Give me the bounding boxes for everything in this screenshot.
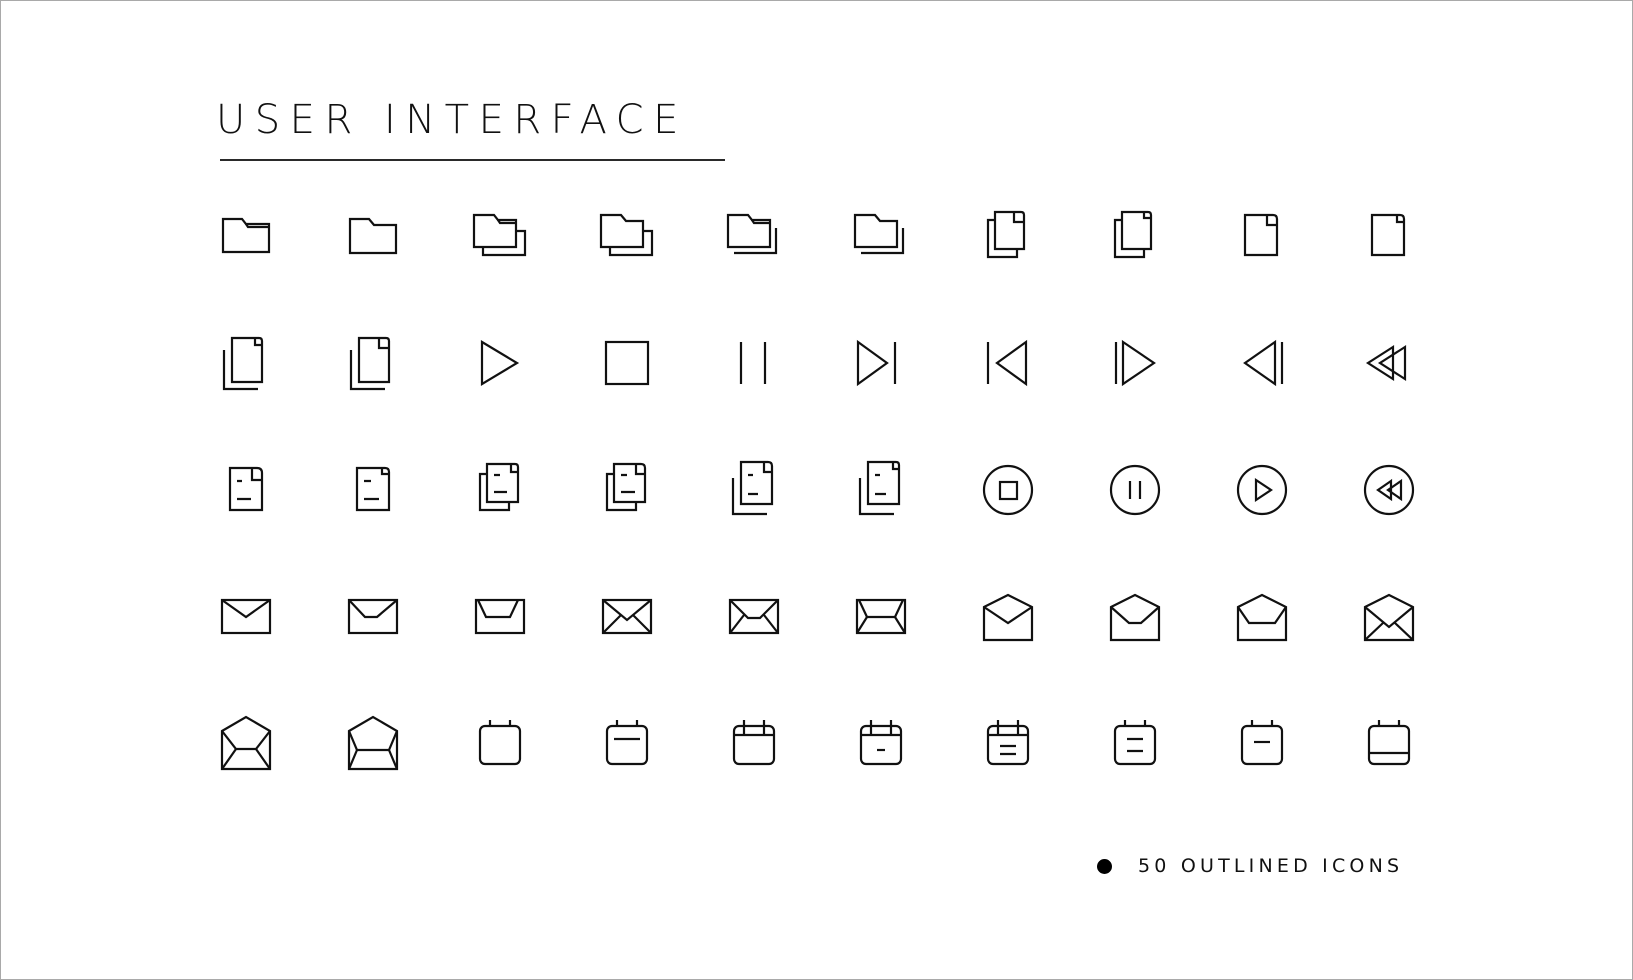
envelope-open-cross-icon	[1357, 585, 1421, 649]
calendar-dash-icon	[1230, 712, 1294, 776]
play-icon	[468, 331, 532, 395]
envelope-open-wide-icon	[1230, 585, 1294, 649]
folders-offset-icon	[849, 204, 913, 268]
document-icon	[1230, 204, 1294, 268]
text-documents-stacked-alt-icon	[595, 458, 659, 522]
pause-icon	[722, 331, 786, 395]
envelope-cross-flat-icon	[722, 585, 786, 649]
folders-offset-tab-icon	[722, 204, 786, 268]
play-circle-icon	[1230, 458, 1294, 522]
documents-stacked-icon	[976, 204, 1040, 268]
envelope-open-icon	[976, 585, 1040, 649]
text-documents-offset-icon	[722, 458, 786, 522]
icon-count-label: 50 OUTLINED ICONS	[1138, 855, 1404, 877]
folder-icon	[341, 204, 405, 268]
envelope-open-letter-wide-icon	[341, 712, 405, 776]
calendar-header-icon	[722, 712, 786, 776]
stop-icon	[595, 331, 659, 395]
documents-offset-icon	[214, 331, 278, 395]
skip-back-icon	[976, 331, 1040, 395]
step-back-icon	[1230, 331, 1294, 395]
step-forward-icon	[1103, 331, 1167, 395]
documents-offset-large-corner-icon	[341, 331, 405, 395]
envelope-cross-wide-icon	[849, 585, 913, 649]
skip-forward-icon	[849, 331, 913, 395]
document-small-corner-icon	[1357, 204, 1421, 268]
calendar-icon	[468, 712, 532, 776]
pause-circle-icon	[1103, 458, 1167, 522]
envelope-wide-flap-icon	[468, 585, 532, 649]
calendar-header-lines-icon	[976, 712, 1040, 776]
text-documents-offset-alt-icon	[849, 458, 913, 522]
stop-circle-icon	[976, 458, 1040, 522]
folders-stacked-tab-icon	[468, 204, 532, 268]
text-document-icon	[214, 458, 278, 522]
envelope-cross-icon	[595, 585, 659, 649]
calendar-line-icon	[595, 712, 659, 776]
envelope-open-flat-icon	[1103, 585, 1167, 649]
title-underline-divider	[220, 159, 725, 161]
folder-tab-icon	[214, 204, 278, 268]
page-title: USER INTERFACE	[216, 97, 688, 143]
calendar-lines-icon	[1103, 712, 1167, 776]
calendar-header-dash-icon	[849, 712, 913, 776]
rewind-circle-icon	[1357, 458, 1421, 522]
calendar-footer-icon	[1357, 712, 1421, 776]
text-documents-stacked-icon	[468, 458, 532, 522]
folders-stacked-icon	[595, 204, 659, 268]
documents-stacked-small-corner-icon	[1103, 204, 1167, 268]
envelope-icon	[214, 585, 278, 649]
envelope-open-letter-icon	[214, 712, 278, 776]
envelope-flat-flap-icon	[341, 585, 405, 649]
rewind-icon	[1357, 331, 1421, 395]
bullet-dot-icon	[1097, 859, 1112, 874]
text-document-small-icon	[341, 458, 405, 522]
